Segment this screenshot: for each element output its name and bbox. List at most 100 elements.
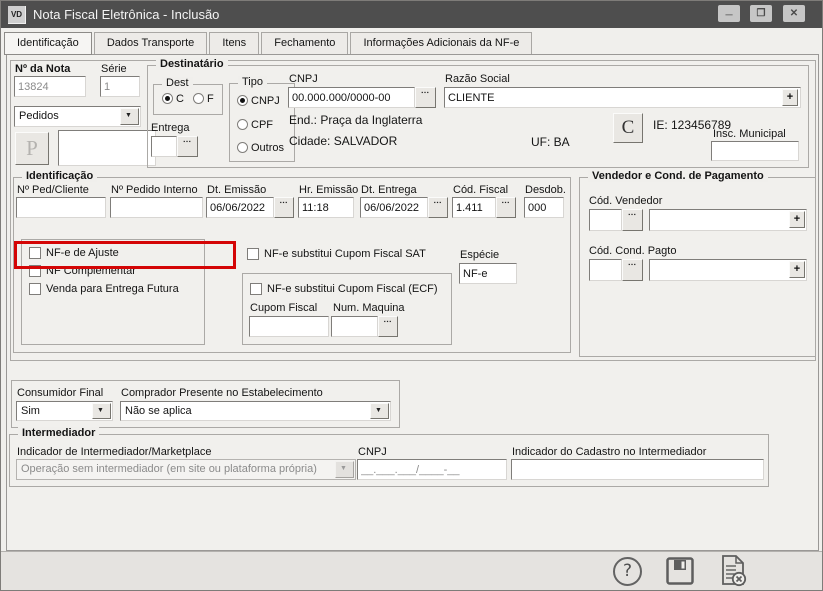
nfe-substitui-ecf-label: NF-e substitui Cupom Fiscal (ECF) (267, 283, 438, 295)
tab-dados-transporte[interactable]: Dados Transporte (94, 32, 207, 55)
entrega-lookup-button[interactable] (177, 136, 198, 157)
maximize-button[interactable]: ❐ (750, 5, 772, 22)
cod-vendedor-input[interactable] (589, 209, 622, 231)
nfe-substitui-sat-label: NF-e substitui Cupom Fiscal SAT (264, 248, 426, 260)
close-button[interactable]: ✕ (783, 5, 805, 22)
dt-entrega-input[interactable] (360, 197, 428, 218)
cond-pagto-nome-input[interactable] (649, 259, 807, 281)
pedidos-select[interactable]: Pedidos (14, 106, 141, 127)
chevron-down-icon (335, 461, 354, 478)
window-title: Nota Fiscal Eletrônica - Inclusão (33, 7, 219, 22)
pedido-interno-input[interactable] (110, 197, 203, 218)
nota-label: Nº da Nota (15, 63, 70, 75)
cod-vendedor-label: Cód. Vendedor (589, 195, 662, 207)
cadastro-intermediador-label: Indicador do Cadastro no Intermediador (512, 446, 706, 458)
num-maquina-input[interactable] (331, 316, 378, 337)
pedidos-value: Pedidos (19, 110, 59, 122)
help-button[interactable]: ? (613, 557, 642, 586)
ped-cliente-input[interactable] (16, 197, 106, 218)
cod-fiscal-lookup-button[interactable] (496, 197, 516, 218)
tipo-title: Tipo (238, 76, 267, 88)
dt-emissao-input[interactable] (206, 197, 274, 218)
help-icon: ? (623, 561, 632, 581)
nfe-substitui-sat-checkbox[interactable] (247, 248, 259, 260)
cnpj-input[interactable] (288, 87, 415, 108)
cond-pagto-add-button[interactable] (789, 261, 805, 278)
cod-cond-pagto-input[interactable] (589, 259, 622, 281)
comprador-presente-value: Não se aplica (125, 405, 192, 417)
dest-f-label: F (207, 93, 214, 105)
highlight-red-box (14, 241, 236, 269)
cupom-fiscal-label: Cupom Fiscal (250, 302, 317, 314)
tab-itens[interactable]: Itens (209, 32, 259, 55)
close-icon: ✕ (783, 5, 805, 22)
vendedor-nome-input[interactable] (649, 209, 807, 231)
num-maquina-lookup-button[interactable] (378, 316, 398, 337)
endereco-text: End.: Praça da Inglaterra (289, 113, 422, 127)
save-button[interactable] (665, 556, 695, 589)
comprador-presente-label: Comprador Presente no Estabelecimento (121, 387, 323, 399)
nfe-substitui-ecf-checkbox[interactable] (250, 283, 262, 295)
cnpj-lookup-button[interactable] (415, 87, 436, 108)
serie-input[interactable] (100, 76, 140, 97)
minimize-button[interactable]: ─ (718, 5, 740, 22)
tipo-outros-radio[interactable] (237, 142, 248, 153)
tipo-cpf-label: CPF (251, 119, 273, 131)
razao-social-add-button[interactable] (782, 89, 798, 106)
chevron-down-icon[interactable] (370, 403, 389, 419)
footer-bar (1, 551, 822, 591)
chevron-down-icon[interactable] (92, 403, 111, 419)
especie-input[interactable] (459, 263, 517, 284)
pedido-interno-label: Nº Pedido Interno (111, 184, 198, 196)
chevron-down-icon[interactable] (120, 108, 139, 125)
dest-f-radio[interactable] (193, 93, 204, 104)
razao-social-label: Razão Social (445, 73, 510, 85)
consumidor-final-select[interactable]: Sim (16, 401, 113, 421)
maximize-icon: ❐ (750, 5, 772, 22)
comprador-presente-select[interactable]: Não se aplica (120, 401, 391, 421)
indicador-intermediador-select: Operação sem intermediador (em site ou p… (16, 459, 356, 480)
num-maquina-label: Num. Maquina (333, 302, 405, 314)
dest-title: Dest (162, 77, 193, 89)
hr-emissao-input[interactable] (298, 197, 354, 218)
cancel-note-button[interactable] (719, 554, 747, 591)
p-button[interactable]: P (15, 132, 49, 165)
identificacao-title: Identificação (22, 170, 97, 182)
tipo-cpf-radio[interactable] (237, 119, 248, 130)
cupom-fiscal-input[interactable] (249, 316, 329, 337)
dt-entrega-label: Dt. Entrega (361, 184, 417, 196)
tab-bar: Identificação Dados Transporte Itens Fec… (5, 32, 532, 55)
tipo-cnpj-radio[interactable] (237, 95, 248, 106)
c-button[interactable]: C (613, 113, 643, 143)
venda-entrega-futura-checkbox[interactable] (29, 283, 41, 295)
tab-informacoes-adicionais[interactable]: Informações Adicionais da NF-e (350, 32, 532, 55)
cod-vendedor-lookup-button[interactable] (622, 209, 643, 231)
vendedor-add-button[interactable] (789, 211, 805, 228)
especie-label: Espécie (460, 249, 499, 261)
dest-c-radio[interactable] (162, 93, 173, 104)
cod-fiscal-input[interactable] (452, 197, 496, 218)
cod-cond-pagto-lookup-button[interactable] (622, 259, 643, 281)
insc-municipal-input[interactable] (711, 141, 799, 161)
app-icon: VD (8, 6, 26, 24)
intermediador-cnpj-input[interactable] (357, 459, 507, 480)
minimize-icon: ─ (718, 5, 740, 27)
tab-identificacao[interactable]: Identificação (4, 32, 92, 55)
tab-fechamento[interactable]: Fechamento (261, 32, 348, 55)
title-bar[interactable]: VD Nota Fiscal Eletrônica - Inclusão ─ ❐… (1, 1, 822, 28)
nfe-inclusao-window: VD Nota Fiscal Eletrônica - Inclusão ─ ❐… (0, 0, 823, 591)
dt-emissao-lookup-button[interactable] (274, 197, 294, 218)
desdob-input[interactable] (524, 197, 564, 218)
razao-social-input[interactable] (444, 87, 801, 108)
dt-entrega-lookup-button[interactable] (428, 197, 448, 218)
dest-c-label: C (176, 93, 184, 105)
tipo-outros-label: Outros (251, 142, 284, 154)
vendedor-title: Vendedor e Cond. de Pagamento (588, 170, 768, 182)
uf-text: UF: BA (531, 135, 570, 149)
dt-emissao-label: Dt. Emissão (207, 184, 266, 196)
cadastro-intermediador-input[interactable] (511, 459, 764, 480)
entrega-input[interactable] (151, 136, 177, 157)
destinatario-title: Destinatário (156, 58, 228, 70)
nota-input[interactable] (14, 76, 86, 97)
cidade-text: Cidade: SALVADOR (289, 134, 397, 148)
